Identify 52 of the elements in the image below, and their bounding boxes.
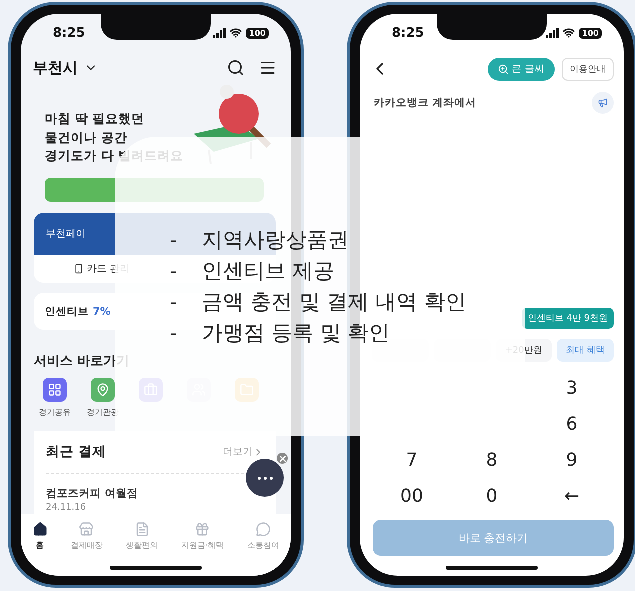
store-icon [79,522,94,536]
close-icon[interactable] [277,453,288,464]
home-icon [32,522,48,536]
menu-icon[interactable] [259,59,277,77]
keypad-key[interactable]: 7 [372,442,452,478]
keypad-key[interactable]: 0 [452,478,532,514]
incentive-rate: 7% [93,306,111,318]
signal-icon [213,28,226,38]
card-name: 부천페이 [46,228,86,241]
feature-text: 금액 충전 및 결제 내역 확인 [202,289,466,316]
store-name: 컴포즈커피 여월점 [46,486,139,501]
hero-text-line: 물건이나 공간 [45,128,128,147]
nav-tab[interactable]: 홈 [32,522,48,550]
map-pin-icon[interactable] [91,378,115,402]
keypad-key[interactable]: 6 [532,406,612,442]
status-time: 8:25 [392,26,424,40]
chat-icon [256,522,271,536]
service-label: 경기공유 [39,407,71,418]
battery-level: 100 [246,28,269,38]
bullet-dash: - [170,321,178,345]
feature-text: 지역사랑상품권 [202,227,349,254]
account-source: 카카오뱅크 계좌에서 [374,96,477,110]
guide-button[interactable]: 이용안내 [562,58,614,80]
feature-text: 인센티브 제공 [202,258,335,285]
search-icon[interactable] [227,59,245,77]
speaker-icon[interactable] [592,92,614,114]
service-label: 경기관광 [87,407,119,418]
keypad-key[interactable]: 3 [532,370,612,406]
keypad-key[interactable]: 8 [452,442,532,478]
signal-icon [546,28,560,38]
zoom-in-icon [498,64,509,74]
bullet-dash: - [170,259,178,283]
incentive-label: 인센티브 [45,304,89,318]
payment-date: 24.11.16 [46,503,88,513]
wifi-icon [563,27,576,39]
region-selector[interactable]: 부천시 [33,58,78,78]
floating-menu-button[interactable] [246,459,284,497]
wifi-icon [230,27,242,39]
grid-app-icon[interactable] [43,378,67,402]
status-time: 8:25 [53,26,86,40]
keypad-key[interactable]: ← [532,478,612,514]
feature-text: 가맹점 등록 및 확인 [202,320,390,347]
bullet-dash: - [170,228,178,252]
bullet-dash: - [170,290,178,314]
section-title: 최근 결제 [46,443,107,461]
keypad-key[interactable]: 00 [372,478,452,514]
keypad-key[interactable]: 9 [532,442,612,478]
document-icon [134,522,150,536]
card-icon [74,264,84,274]
battery-level: 100 [579,28,602,38]
hero-text-line: 마침 딱 필요했던 [45,110,146,128]
gift-icon [195,522,210,536]
